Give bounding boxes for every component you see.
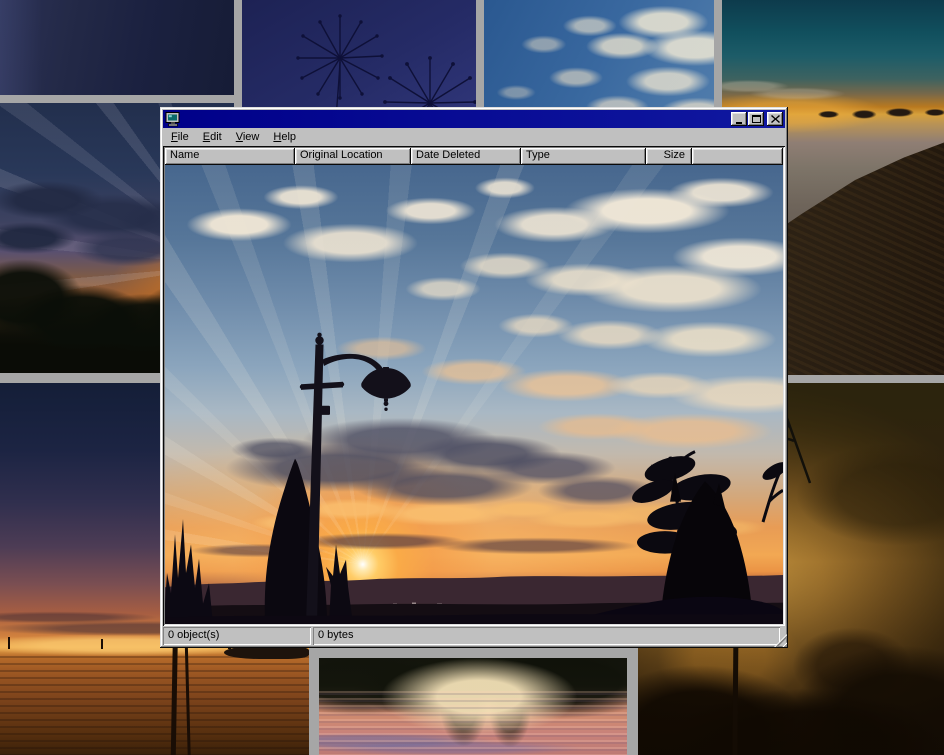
maximize-icon bbox=[752, 115, 761, 123]
pole-silhouette bbox=[101, 639, 103, 649]
column-header-date-deleted[interactable]: Date Deleted bbox=[411, 148, 521, 165]
maximize-button[interactable] bbox=[748, 112, 764, 126]
column-header-name[interactable]: Name bbox=[165, 148, 295, 165]
desktop: { "window": { "title": "", "menu": { "it… bbox=[0, 0, 944, 755]
column-header-filler bbox=[692, 148, 783, 165]
wallpaper-gradient bbox=[0, 0, 234, 95]
recycle-bin-window: File Edit View Help Name Original Locati… bbox=[160, 107, 788, 648]
pole-silhouette bbox=[8, 637, 10, 649]
status-byte-count: 0 bytes bbox=[313, 627, 780, 645]
water-streaks bbox=[0, 651, 309, 755]
wallpaper-tile-night-sky bbox=[0, 0, 234, 95]
window-titlebar[interactable] bbox=[163, 110, 785, 128]
shore-silhouette bbox=[224, 646, 309, 659]
column-header-size[interactable]: Size bbox=[646, 148, 692, 165]
minimize-icon bbox=[736, 122, 742, 124]
water-ripples bbox=[319, 691, 627, 755]
menu-help[interactable]: Help bbox=[266, 129, 303, 146]
menu-edit[interactable]: Edit bbox=[196, 129, 229, 146]
status-bar: 0 object(s) 0 bytes bbox=[163, 627, 785, 645]
column-headers: Name Original Location Date Deleted Type… bbox=[165, 148, 783, 165]
status-object-count: 0 object(s) bbox=[163, 627, 311, 645]
close-button[interactable] bbox=[767, 112, 783, 126]
minimize-button[interactable] bbox=[731, 112, 747, 126]
silhouette-layer bbox=[165, 165, 783, 624]
list-content-sunset-photo[interactable] bbox=[165, 165, 783, 624]
close-icon bbox=[771, 115, 780, 123]
menu-file[interactable]: File bbox=[164, 129, 196, 146]
system-menu-computer-icon[interactable] bbox=[165, 112, 181, 127]
column-header-type[interactable]: Type bbox=[521, 148, 646, 165]
wallpaper-tile-water-reflection bbox=[319, 658, 627, 755]
menu-bar: File Edit View Help bbox=[163, 128, 785, 146]
file-list-view: Name Original Location Date Deleted Type… bbox=[163, 146, 785, 626]
column-header-original-location[interactable]: Original Location bbox=[295, 148, 411, 165]
menu-view[interactable]: View bbox=[229, 129, 267, 146]
